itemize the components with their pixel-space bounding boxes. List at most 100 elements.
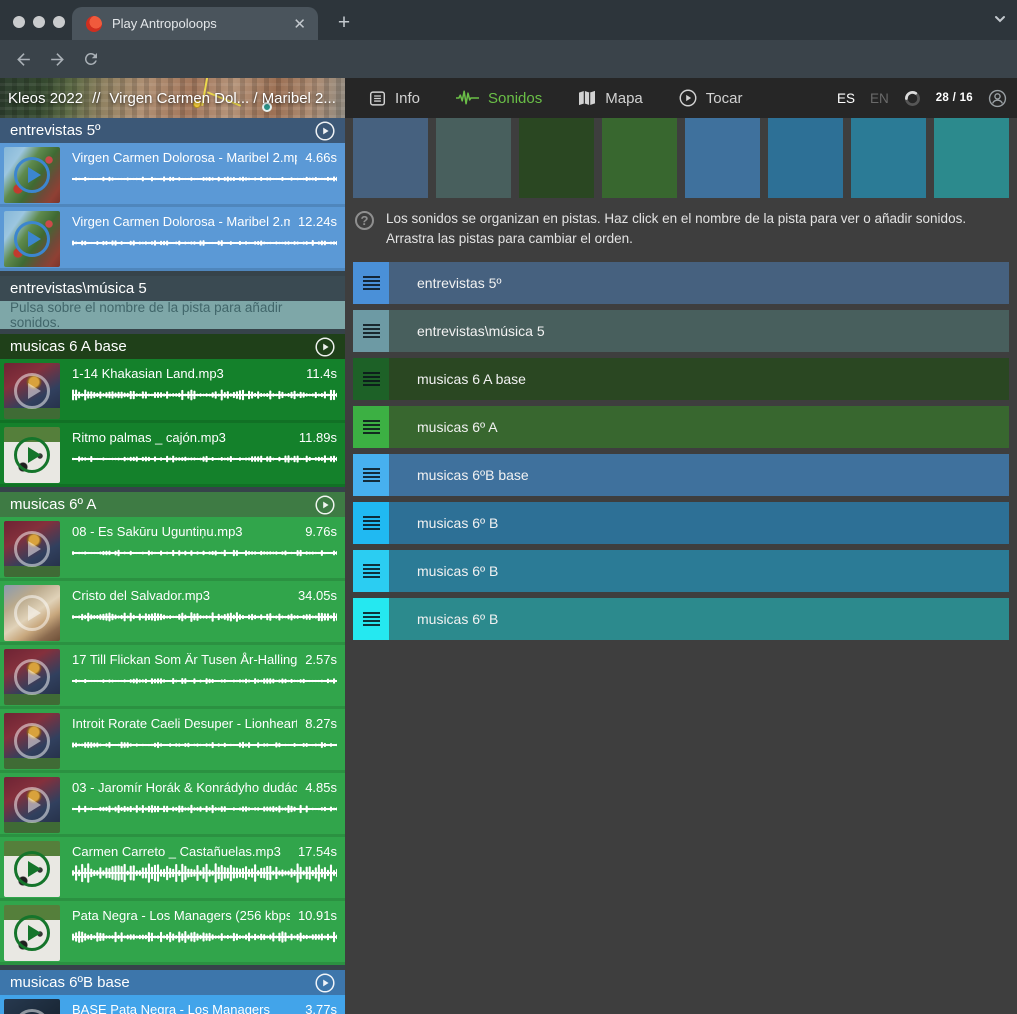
clip-play-button[interactable]	[14, 373, 50, 409]
clip-duration: 34.05s	[298, 588, 337, 603]
track-color-swatch[interactable]	[934, 118, 1009, 198]
track-section-header[interactable]: entrevistas 5º	[0, 118, 345, 143]
track-color-swatch[interactable]	[353, 118, 428, 198]
track-row[interactable]: entrevistas\música 5	[353, 310, 1009, 352]
track-row[interactable]: musicas 6ºB base	[353, 454, 1009, 496]
track-name-bar[interactable]: musicas 6º A	[389, 406, 1009, 448]
close-window-button[interactable]	[13, 16, 25, 28]
drag-handle[interactable]	[353, 358, 389, 400]
play-triangle-icon	[28, 383, 41, 399]
track-row[interactable]: musicas 6º B	[353, 550, 1009, 592]
clip-play-button[interactable]	[14, 659, 50, 695]
clip-play-button[interactable]	[14, 157, 50, 193]
breadcrumb[interactable]: Kleos 2022 // Virgen Carmen Dol... / Mar…	[0, 78, 345, 118]
drag-handle[interactable]	[353, 262, 389, 304]
drag-handle[interactable]	[353, 454, 389, 496]
clip-item[interactable]: 1-14 Khakasian Land.mp311.4s	[0, 359, 345, 423]
clip-play-button[interactable]	[14, 531, 50, 567]
clip-body: BASE Pata Negra - Los Managers3.77s	[64, 995, 345, 1014]
track-name-bar[interactable]: musicas 6 A base	[389, 358, 1009, 400]
track-color-swatch[interactable]	[851, 118, 926, 198]
track-row[interactable]: musicas 6º B	[353, 502, 1009, 544]
track-row[interactable]: musicas 6º B	[353, 598, 1009, 640]
clip-item[interactable]: Carmen Carreto _ Castañuelas.mp317.54s	[0, 837, 345, 901]
clip-item[interactable]: Virgen Carmen Dolorosa - Maribel 2.mp312…	[0, 207, 345, 271]
clip-item[interactable]: 08 - Es Sakūru Uguntiņu.mp39.76s	[0, 517, 345, 581]
breadcrumb-project[interactable]: Kleos 2022	[8, 90, 83, 107]
zoom-window-button[interactable]	[53, 16, 65, 28]
clip-waveform	[72, 384, 337, 406]
track-color-swatch[interactable]	[768, 118, 843, 198]
drag-handle[interactable]	[353, 598, 389, 640]
track-section: musicas 6 A base1-14 Khakasian Land.mp31…	[0, 334, 345, 487]
track-section-name: musicas 6º A	[10, 496, 96, 513]
track-section-header[interactable]: musicas 6ºB base	[0, 970, 345, 995]
minimize-window-button[interactable]	[33, 16, 45, 28]
clip-name: Ritmo palmas _ cajón.mp3	[72, 430, 291, 445]
lang-en-button[interactable]: EN	[870, 91, 889, 106]
drag-handle-icon	[363, 468, 380, 482]
drag-handle[interactable]	[353, 406, 389, 448]
clip-thumbnail	[4, 713, 60, 769]
browser-tab[interactable]: Play Antropoloops ✕	[72, 7, 318, 40]
drag-handle[interactable]	[353, 550, 389, 592]
section-play-button[interactable]	[315, 337, 335, 357]
clip-play-button[interactable]	[14, 437, 50, 473]
track-row[interactable]: musicas 6º A	[353, 406, 1009, 448]
drag-handle[interactable]	[353, 502, 389, 544]
back-icon[interactable]	[12, 48, 34, 70]
track-section-header[interactable]: musicas 6 A base	[0, 334, 345, 359]
clip-play-button[interactable]	[14, 723, 50, 759]
clip-item[interactable]: Cristo del Salvador.mp334.05s	[0, 581, 345, 645]
track-name-bar[interactable]: musicas 6ºB base	[389, 454, 1009, 496]
clip-body: Pata Negra - Los Managers (256 kbps).mp3…	[64, 901, 345, 962]
lang-es-button[interactable]: ES	[837, 91, 855, 106]
browser-toolbar: app.antropoloops.com/Kleos-Santa-Marina/…	[0, 40, 1017, 78]
track-name-bar[interactable]: entrevistas\música 5	[389, 310, 1009, 352]
track-name-bar[interactable]: musicas 6º B	[389, 550, 1009, 592]
nav-item-mapa[interactable]: Mapa	[578, 90, 643, 107]
track-row[interactable]: musicas 6 A base	[353, 358, 1009, 400]
track-row[interactable]: entrevistas 5º	[353, 262, 1009, 304]
forward-icon[interactable]	[46, 48, 68, 70]
tab-search-chevron-icon[interactable]	[993, 12, 1007, 26]
clip-play-button[interactable]	[14, 915, 50, 951]
track-color-swatch[interactable]	[602, 118, 677, 198]
clip-play-button[interactable]	[14, 787, 50, 823]
nav-item-tocar[interactable]: Tocar	[679, 89, 743, 107]
tab-close-icon[interactable]: ✕	[291, 15, 308, 33]
reload-icon[interactable]	[80, 48, 102, 70]
drag-handle[interactable]	[353, 310, 389, 352]
nav-item-info[interactable]: Info	[369, 90, 420, 107]
nav-item-sonidos[interactable]: Sonidos	[456, 90, 542, 107]
track-section-header[interactable]: entrevistas\música 5	[0, 276, 345, 301]
clip-thumbnail	[4, 427, 60, 483]
clip-item[interactable]: Pata Negra - Los Managers (256 kbps).mp3…	[0, 901, 345, 965]
track-color-swatch[interactable]	[685, 118, 760, 198]
clip-item[interactable]: Introit Rorate Caeli Desuper - Lionheart…	[0, 709, 345, 773]
track-color-swatch[interactable]	[519, 118, 594, 198]
track-color-swatch[interactable]	[436, 118, 511, 198]
track-name-bar[interactable]: musicas 6º B	[389, 502, 1009, 544]
clip-play-button[interactable]	[14, 1009, 50, 1014]
clip-item[interactable]: Ritmo palmas _ cajón.mp311.89s	[0, 423, 345, 487]
section-play-button[interactable]	[315, 121, 335, 141]
track-section-header[interactable]: musicas 6º A	[0, 492, 345, 517]
breadcrumb-trail[interactable]: Virgen Carmen Dol... / Maribel 2...	[109, 90, 335, 107]
clip-item[interactable]: BASE Pata Negra - Los Managers3.77s	[0, 995, 345, 1014]
clip-counter: 28 / 16	[936, 92, 973, 104]
track-name-bar[interactable]: musicas 6º B	[389, 598, 1009, 640]
section-play-button[interactable]	[315, 973, 335, 993]
clip-item[interactable]: 17 Till Flickan Som Är Tusen År-Halling …	[0, 645, 345, 709]
clip-play-button[interactable]	[14, 221, 50, 257]
section-play-button[interactable]	[315, 495, 335, 515]
window-controls[interactable]	[13, 16, 65, 28]
clip-item[interactable]: Virgen Carmen Dolorosa - Maribel 2.mp34.…	[0, 143, 345, 207]
track-name-bar[interactable]: entrevistas 5º	[389, 262, 1009, 304]
account-icon[interactable]	[988, 89, 1007, 108]
clip-item[interactable]: 03 - Jaromír Horák & Konrádyho dudácká .…	[0, 773, 345, 837]
clip-name: Introit Rorate Caeli Desuper - Lionheart…	[72, 716, 297, 731]
new-tab-button[interactable]: +	[330, 9, 358, 37]
clip-play-button[interactable]	[14, 595, 50, 631]
clip-play-button[interactable]	[14, 851, 50, 887]
